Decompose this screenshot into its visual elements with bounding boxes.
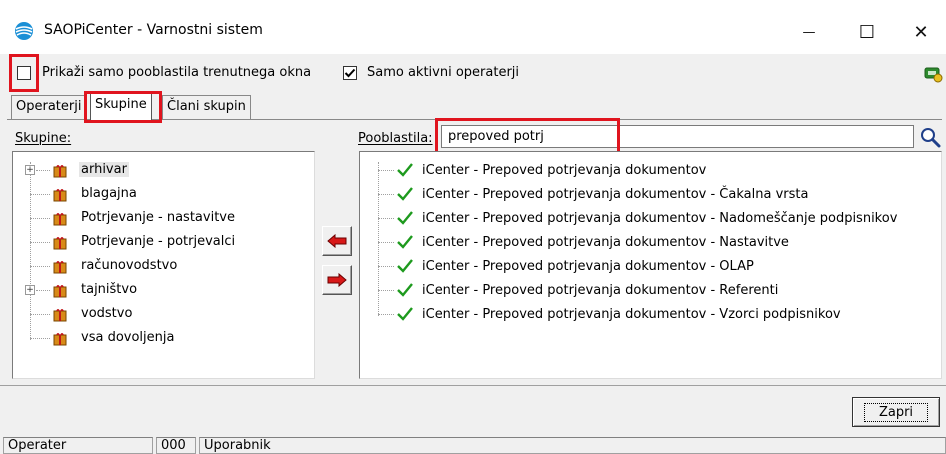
tree-connector (378, 266, 394, 267)
maximize-button[interactable]: ☐ (844, 16, 890, 48)
permissions-list[interactable]: iCenter - Prepoved potrjevanja dokumento… (359, 151, 942, 379)
tree-connector (30, 338, 50, 339)
highlight-box-search (435, 118, 620, 155)
tree-connector (30, 266, 50, 267)
search-icon (920, 127, 940, 147)
search-button[interactable] (917, 124, 942, 149)
permissions-label: Pooblastila: (358, 131, 433, 146)
checkmark-icon (344, 68, 356, 78)
check-green-icon (397, 163, 413, 177)
window-title: SAOPiCenter - Varnostni sistem (44, 22, 263, 38)
group-gift-icon (53, 213, 67, 226)
group-gift-icon (53, 261, 67, 274)
add-permission-button[interactable] (322, 265, 352, 295)
check-green-icon (397, 259, 413, 273)
check-green-icon (397, 187, 413, 201)
close-dialog-button[interactable]: Zapri (852, 397, 940, 427)
active-operators-label[interactable]: Samo aktivni operaterji (367, 65, 519, 80)
tab-clani-skupin[interactable]: Člani skupin (162, 95, 251, 119)
bottom-separator (0, 385, 946, 386)
current-window-only-label[interactable]: Prikaži samo pooblastila trenutnega okna (42, 65, 311, 80)
minimize-icon: — (802, 24, 816, 40)
tree-connector (36, 290, 50, 291)
tree-connector (378, 162, 379, 316)
tab-operaterji[interactable]: Operaterji (11, 95, 87, 119)
group-gift-icon (53, 285, 67, 298)
arrow-right-icon (327, 273, 347, 287)
app-logo-icon (14, 21, 34, 41)
group-gift-icon (53, 333, 67, 346)
tree-connector (30, 314, 50, 315)
close-icon: ✕ (913, 21, 929, 43)
group-gift-icon (53, 309, 67, 322)
highlight-box-tab (84, 91, 162, 123)
check-green-icon (397, 283, 413, 297)
tree-connector (36, 170, 50, 171)
groups-label: Skupine: (15, 131, 72, 146)
tree-connector (378, 170, 394, 171)
remove-permission-button[interactable] (322, 226, 352, 256)
minimize-button[interactable]: — (786, 16, 832, 48)
status-role: Operater (3, 437, 153, 454)
status-user: Uporabnik (199, 437, 946, 454)
active-operators-checkbox[interactable] (343, 66, 357, 80)
expand-icon[interactable]: + (25, 285, 35, 295)
status-code: 000 (156, 437, 196, 454)
tree-connector (30, 194, 50, 195)
expand-icon[interactable]: + (25, 165, 35, 175)
tree-connector (378, 242, 394, 243)
close-button[interactable]: ✕ (898, 16, 944, 48)
check-green-icon (397, 211, 413, 225)
highlight-box-checkbox (9, 54, 39, 92)
group-gift-icon (53, 165, 67, 178)
tree-connector (30, 242, 50, 243)
group-gift-icon (53, 237, 67, 250)
tree-connector (378, 218, 394, 219)
tree-connector (30, 218, 50, 219)
arrow-left-icon (327, 234, 347, 248)
group-gift-icon (53, 189, 67, 202)
users-key-icon[interactable] (922, 62, 944, 84)
tree-connector (378, 290, 394, 291)
maximize-icon: ☐ (858, 21, 876, 43)
check-green-icon (397, 235, 413, 249)
check-green-icon (397, 307, 413, 321)
tree-connector (378, 194, 394, 195)
groups-tree[interactable]: + arhivar blagajna Potrjevanje - nastavi… (12, 151, 315, 379)
tree-connector (378, 314, 394, 315)
